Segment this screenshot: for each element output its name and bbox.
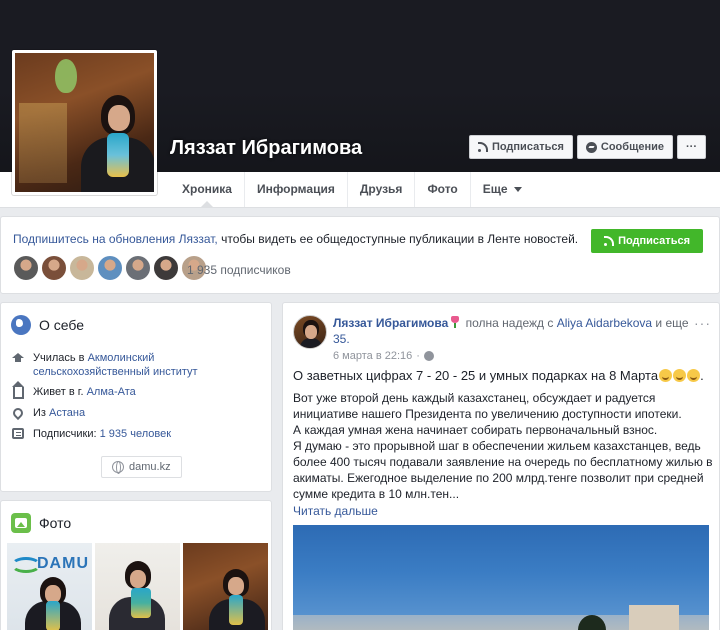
message-button[interactable]: Сообщение: [576, 135, 673, 159]
post-lead-text: О заветных цифрах 7 - 20 - 25 и умных по…: [293, 368, 659, 383]
public-globe-icon: [423, 351, 434, 361]
education-row: Училась в Акмолинский сельскохозяйственн…: [11, 351, 233, 379]
post-lead: О заветных цифрах 7 - 20 - 25 и умных по…: [293, 368, 704, 383]
post-image[interactable]: [293, 525, 709, 630]
followers-prefix: Подписчики:: [33, 428, 100, 440]
globe-link-icon: [112, 461, 124, 474]
post-author-name[interactable]: Ляззат Ибрагимова: [333, 316, 448, 330]
tab-label: Еще: [482, 182, 508, 196]
post-timestamp[interactable]: 6 марта в 22:16: [333, 350, 412, 362]
smile-emoji-icon: [673, 369, 687, 382]
follower-avatar[interactable]: [153, 255, 179, 281]
cover-actions: Подписаться Сообщение ···: [468, 135, 706, 159]
post-body: О заветных цифрах 7 - 20 - 25 и умных по…: [293, 367, 713, 519]
subscribers-count: 1 935 подписчиков: [187, 263, 291, 277]
follow-prompt-link[interactable]: Подпишитесь на обновления Ляззат,: [13, 232, 218, 246]
about-title: О себе: [39, 317, 85, 333]
follow-prompt-suffix: чтобы видеть ее общедоступные публикации…: [217, 232, 579, 246]
follow-prompt-text: Подпишитесь на обновления Ляззат, чтобы …: [13, 232, 578, 246]
more-options-button[interactable]: ···: [677, 135, 706, 159]
caret-down-icon: [513, 187, 522, 193]
subscribe-button[interactable]: Подписаться: [468, 135, 573, 159]
tab-timeline[interactable]: Хроника: [170, 172, 244, 208]
photo-thumbnail[interactable]: DAMU: [7, 543, 92, 630]
tab-label: Друзья: [359, 182, 403, 196]
photos-card: Фото DAMU: [0, 500, 272, 630]
about-card: О себе Училась в Акмолинский сельскохозя…: [0, 302, 272, 492]
follow-subscribe-label: Подписаться: [618, 235, 690, 247]
tab-friends[interactable]: Друзья: [346, 172, 415, 207]
followers-list-icon: [12, 428, 24, 439]
location-pin-icon: [10, 405, 26, 421]
damu-logo-text: DAMU: [37, 555, 89, 572]
photo-thumbnail[interactable]: [95, 543, 180, 630]
lives-link[interactable]: Алма-Ата: [87, 386, 136, 398]
tab-label: Информация: [256, 182, 335, 196]
tagged-more-link[interactable]: 35.: [333, 332, 350, 346]
post-and-more: и еще: [652, 316, 689, 330]
globe-icon: [11, 315, 31, 335]
photo-grid: DAMU: [7, 543, 268, 630]
follow-prompt-card: Подпишитесь на обновления Ляззат, чтобы …: [0, 216, 720, 294]
post-header: Ляззат Ибрагимова полна надежд с Aliya A…: [333, 315, 693, 347]
profile-picture[interactable]: [12, 50, 157, 195]
post-feeling: полна надежд с: [462, 316, 557, 330]
post-author-avatar[interactable]: [293, 315, 327, 349]
follower-avatar[interactable]: [97, 255, 123, 281]
follower-avatar[interactable]: [69, 255, 95, 281]
photos-header: Фото: [11, 513, 71, 533]
photo-icon: [11, 513, 31, 533]
website-button[interactable]: damu.kz: [101, 456, 182, 478]
follow-subscribe-button[interactable]: Подписаться: [591, 229, 703, 253]
tagged-person-link[interactable]: Aliya Aidarbekova: [557, 316, 652, 330]
tab-about[interactable]: Информация: [243, 172, 347, 207]
read-more-link[interactable]: Читать дальше: [293, 503, 713, 519]
lives-row: Живет в г. Алма-Ата: [11, 381, 136, 399]
rss-icon: [604, 236, 615, 246]
post-paragraph: Вот уже второй день каждый казахстанец, …: [293, 391, 682, 421]
graduation-cap-icon: [11, 353, 25, 363]
post-meta-separator: ·: [416, 350, 420, 362]
profile-tabs: Хроника Информация Друзья Фото Еще: [170, 172, 534, 208]
photo-thumbnail[interactable]: [183, 543, 268, 630]
tab-photos[interactable]: Фото: [414, 172, 469, 207]
post-card: Ляззат Ибрагимова полна надежд с Aliya A…: [282, 302, 720, 630]
messenger-icon: [585, 141, 597, 153]
tab-more[interactable]: Еще: [469, 172, 534, 207]
follower-avatars: [13, 255, 207, 281]
profile-photo-image: [15, 53, 154, 192]
about-header: О себе: [11, 315, 84, 335]
post-meta: 6 марта в 22:16 ·: [333, 350, 434, 362]
photos-title: Фото: [39, 515, 72, 531]
house-icon: [11, 381, 24, 399]
from-link[interactable]: Астана: [49, 407, 85, 419]
tulip-emoji-icon: [450, 316, 460, 328]
follower-avatar[interactable]: [13, 255, 39, 281]
from-prefix: Из: [33, 407, 50, 419]
more-dots-icon: ···: [686, 141, 697, 153]
subscribe-button-label: Подписаться: [491, 141, 564, 153]
followers-link[interactable]: 1 935 человек: [100, 428, 171, 440]
followers-row: Подписчики: 1 935 человек: [11, 427, 171, 441]
website-label: damu.kz: [129, 461, 171, 473]
follower-avatar[interactable]: [41, 255, 67, 281]
lives-prefix: Живет в г.: [33, 386, 87, 398]
from-row: Из Астана: [10, 405, 85, 421]
rss-icon: [477, 142, 488, 152]
tab-label: Фото: [427, 182, 458, 196]
smile-emoji-icon: [659, 369, 673, 382]
education-prefix: Училась в: [33, 352, 88, 364]
post-paragraph: Я думаю - это прорывной шаг в обеспечени…: [293, 439, 713, 501]
message-button-label: Сообщение: [600, 141, 664, 153]
smile-emoji-icon: [687, 369, 701, 382]
post-options-button[interactable]: ···: [694, 315, 711, 331]
tab-label: Хроника: [182, 182, 232, 196]
post-paragraph: А каждая умная жена начинает собирать пе…: [293, 423, 658, 437]
follower-avatar[interactable]: [125, 255, 151, 281]
profile-name[interactable]: Ляззат Ибрагимова: [170, 137, 362, 160]
